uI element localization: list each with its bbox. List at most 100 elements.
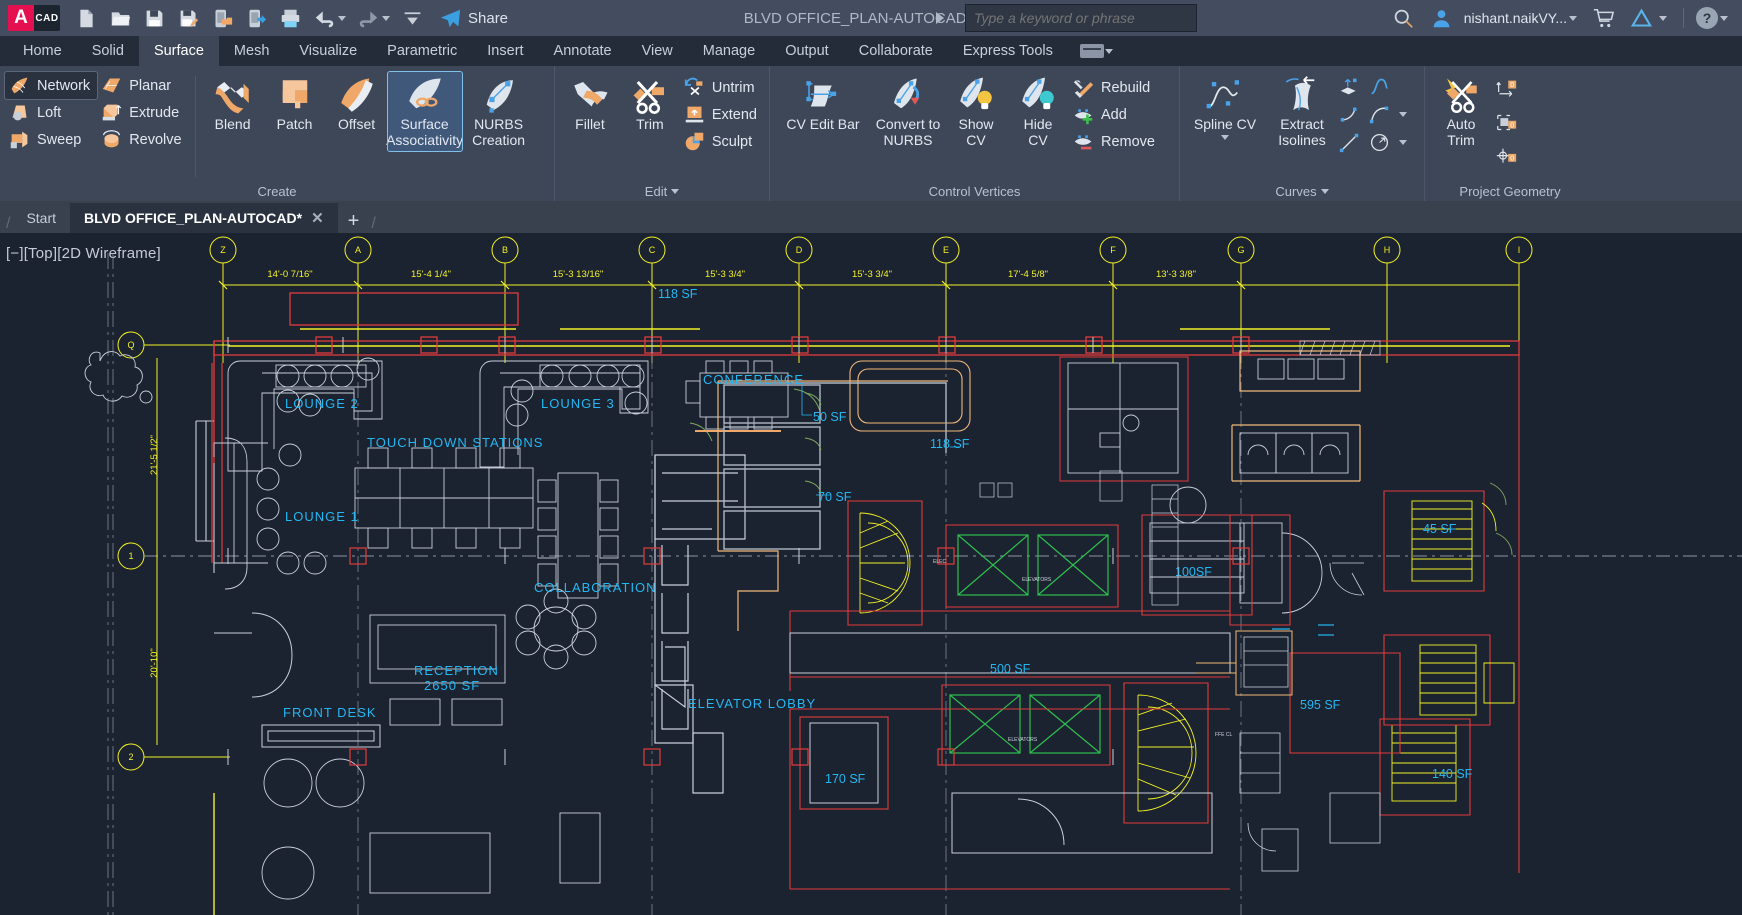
save-as-icon[interactable]	[172, 3, 204, 33]
label-elevator-lobby: ELEVATOR LOBBY	[688, 696, 816, 711]
elevator-bank-1	[958, 535, 1108, 595]
arc-curve-chevron-down-icon[interactable]	[1399, 112, 1407, 117]
remove-cv-button[interactable]: Remove	[1069, 128, 1162, 155]
plot-icon[interactable]	[274, 3, 306, 33]
line-curve-icon[interactable]	[1339, 132, 1367, 158]
autodesk-menu-chevron-down-icon[interactable]	[1659, 16, 1667, 21]
sculpt-button[interactable]: Sculpt	[680, 128, 764, 155]
area-tag-1: 50 SF	[813, 410, 847, 424]
floor-plan-drawing[interactable]: Z A B C D E F G H I	[0, 233, 1742, 915]
extrude-button[interactable]: Extrude	[97, 99, 188, 126]
spline-cv-button[interactable]: Spline CV	[1185, 72, 1265, 143]
surface-associativity-button[interactable]: Surface Associativity	[388, 72, 462, 151]
undo-dropdown-icon[interactable]	[338, 16, 346, 21]
untrim-button[interactable]: Untrim	[680, 74, 764, 101]
tab-blvd-office-plan[interactable]: BLVD OFFICE_PLAN-AUTOCAD* ✕	[70, 203, 338, 233]
new-file-icon[interactable]	[70, 3, 102, 33]
title-dropdown-icon[interactable]	[936, 12, 944, 24]
convert-to-nurbs-button[interactable]: Convert to NURBS	[871, 72, 945, 151]
search-icon[interactable]	[1388, 3, 1420, 33]
titlebar-divider	[1683, 8, 1684, 28]
fillet-button[interactable]: Fillet	[560, 72, 620, 136]
avatar[interactable]	[1426, 3, 1458, 33]
redo-dropdown-icon[interactable]	[382, 16, 390, 21]
panel-edit-chevron-down-icon[interactable]	[671, 189, 679, 194]
autocad-logo[interactable]: A CAD	[8, 5, 60, 31]
tab-collaborate[interactable]: Collaborate	[844, 36, 948, 66]
curve-cv-icon[interactable]	[1339, 104, 1367, 130]
project-to-2-points-icon[interactable]: 0	[1492, 142, 1521, 176]
open-folder-icon[interactable]	[104, 3, 136, 33]
tab-mesh[interactable]: Mesh	[219, 36, 284, 66]
drawing-canvas[interactable]: [−][Top][2D Wireframe] Z A B	[0, 233, 1742, 915]
tab-start[interactable]: Start	[12, 203, 70, 233]
extract-isolines-button[interactable]: Extract Isolines	[1265, 72, 1339, 151]
hide-cv-button[interactable]: Hide CV	[1007, 72, 1069, 151]
nurbs-creation-button[interactable]: NURBS Creation	[462, 72, 536, 151]
tab-annotate[interactable]: Annotate	[539, 36, 627, 66]
search-box[interactable]	[965, 4, 1197, 32]
ribbon-display-options[interactable]	[1080, 36, 1117, 66]
wall-tick-marks	[228, 337, 1241, 353]
tab-view[interactable]: View	[627, 36, 688, 66]
blend-curve-icon[interactable]	[1369, 76, 1397, 102]
project-to-view-icon[interactable]: 0	[1492, 108, 1521, 142]
undo-icon[interactable]	[308, 3, 340, 33]
rebuild-button[interactable]: Rebuild	[1069, 74, 1162, 101]
tab-express-tools[interactable]: Express Tools	[948, 36, 1068, 66]
extend-button[interactable]: Extend	[680, 101, 764, 128]
loft-button[interactable]: Loft	[5, 99, 97, 126]
tab-output[interactable]: Output	[770, 36, 844, 66]
autodesk-logo-icon[interactable]	[1625, 3, 1657, 33]
patch-button[interactable]: Patch	[264, 72, 326, 136]
tab-surface[interactable]: Surface	[139, 36, 219, 66]
blend-button[interactable]: Blend	[202, 72, 264, 136]
mullion-ticks-row2	[228, 749, 1113, 765]
ribbon-minimize-icon[interactable]	[1080, 44, 1104, 58]
open-from-cloud-icon[interactable]	[240, 3, 272, 33]
project-to-ucs-icon[interactable]: 0	[1492, 74, 1521, 108]
redo-icon[interactable]	[352, 3, 384, 33]
save-to-cloud-icon[interactable]	[206, 3, 238, 33]
save-icon[interactable]	[138, 3, 170, 33]
tab-home[interactable]: Home	[8, 36, 77, 66]
spline-cv-chevron-down-icon[interactable]	[1221, 135, 1229, 140]
new-drawing-button[interactable]: +	[338, 210, 370, 233]
touchdown-desks	[355, 448, 533, 548]
panel-curves-chevron-down-icon[interactable]	[1321, 189, 1329, 194]
arc-curve-icon[interactable]	[1369, 104, 1397, 130]
revolve-button[interactable]: Revolve	[97, 126, 188, 153]
planar-button[interactable]: Planar	[97, 72, 188, 99]
network-button[interactable]: Network	[5, 72, 97, 99]
help-icon[interactable]: ?	[1696, 7, 1718, 29]
auto-trim-button[interactable]: Auto Trim	[1430, 72, 1492, 151]
user-menu-chevron-down-icon[interactable]	[1569, 16, 1577, 21]
circle-curve-chevron-down-icon[interactable]	[1399, 140, 1407, 145]
tab-solid[interactable]: Solid	[77, 36, 139, 66]
close-icon[interactable]: ✕	[311, 209, 324, 227]
cart-icon[interactable]	[1587, 3, 1619, 33]
customize-qat-icon[interactable]	[396, 3, 428, 33]
circle-curve-icon[interactable]	[1369, 132, 1397, 158]
ribbon-options-chevron-down-icon[interactable]	[1105, 49, 1113, 54]
add-cv-button[interactable]: Add	[1069, 101, 1162, 128]
tab-parametric[interactable]: Parametric	[372, 36, 472, 66]
tab-manage[interactable]: Manage	[688, 36, 770, 66]
cv-edit-bar-button[interactable]: CV Edit Bar	[775, 72, 871, 136]
trim-button[interactable]: Trim	[620, 72, 680, 136]
offset-button[interactable]: Offset	[326, 72, 388, 136]
area-tags: 118 SF 50 SF 118 SF 70 SF 45 SF 100SF 50…	[658, 287, 1473, 786]
share-button[interactable]: Share	[440, 8, 508, 29]
lounge3-furniture	[480, 361, 648, 467]
label-collaboration: COLLABORATION	[534, 580, 657, 595]
user-name-label[interactable]: nishant.naikVY...	[1464, 10, 1567, 26]
help-menu-chevron-down-icon[interactable]	[1720, 16, 1728, 21]
project-to-ucs-icon[interactable]	[1339, 76, 1367, 102]
tab-visualize[interactable]: Visualize	[284, 36, 372, 66]
search-input[interactable]	[974, 10, 1188, 26]
sweep-button[interactable]: Sweep	[5, 126, 97, 153]
dim-left-1: 20'-10"	[149, 648, 160, 677]
right-stair-3	[1392, 725, 1456, 801]
tab-insert[interactable]: Insert	[472, 36, 538, 66]
show-cv-button[interactable]: Show CV	[945, 72, 1007, 151]
